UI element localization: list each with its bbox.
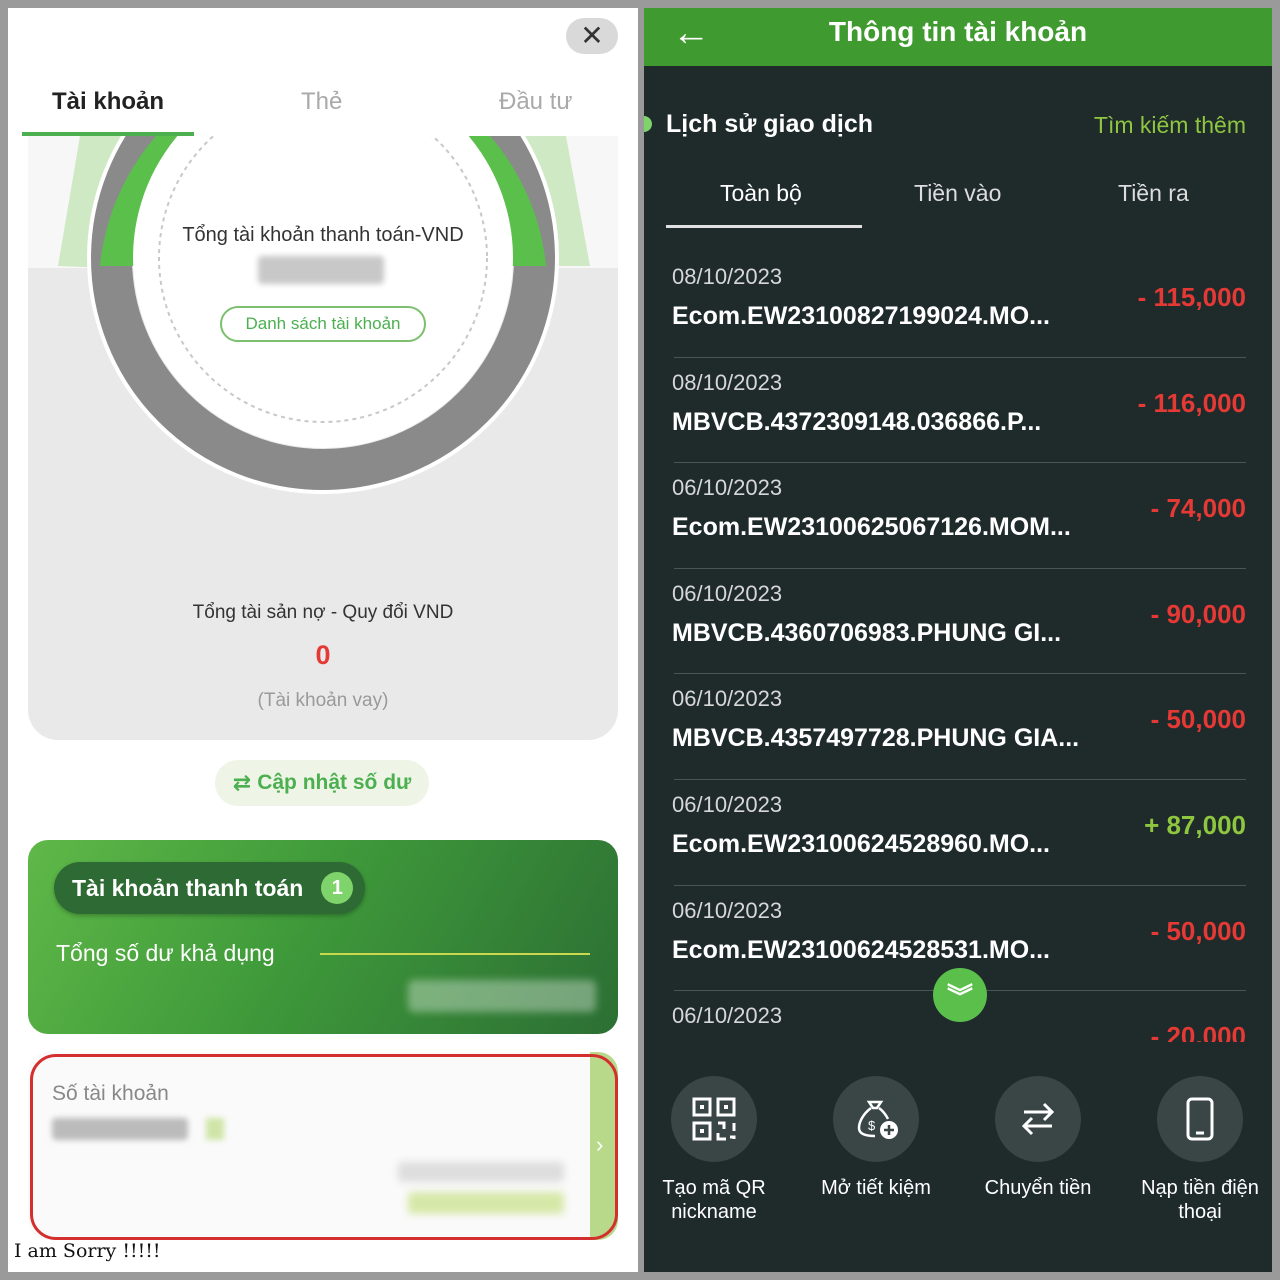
transaction-row[interactable]: 06/10/2023 Ecom.EW23100625067126.MOM... … [672, 463, 1246, 569]
transaction-date: 06/10/2023 [672, 791, 783, 817]
blurred-available-balance [408, 980, 596, 1012]
tab-cards[interactable]: Thẻ [301, 88, 342, 116]
transaction-date: 06/10/2023 [672, 1003, 783, 1029]
action-phone-topup[interactable]: Nạp tiền điện thoại [1130, 1076, 1270, 1224]
transaction-description: Ecom.EW23100827199024.MO... [672, 302, 1051, 330]
transaction-description: MBVCB.4360706983.PHUNG GI... [672, 618, 1062, 647]
payment-account-pill: Tài khoản thanh toán 1 [54, 862, 366, 914]
tab-all[interactable]: Toàn bộ [720, 180, 802, 207]
transaction-description: Ecom.EW23100625067126.MOM... [672, 513, 1071, 542]
total-payment-title: Tổng tài khoản thanh toán-VND [182, 224, 464, 246]
account-list-button[interactable]: Danh sách tài khoản [220, 306, 426, 342]
transaction-row[interactable]: 08/10/2023 Ecom.EW23100827199024.MO... -… [672, 252, 1246, 358]
caption-text: I am Sorry !!!!! [14, 1240, 161, 1262]
transaction-history-title: Lịch sử giao dịch [666, 110, 874, 138]
phone-icon [1157, 1076, 1243, 1162]
transaction-date: 08/10/2023 [672, 369, 783, 395]
transaction-description: MBVCB.4372309148.036866.P... [672, 407, 1042, 436]
tab-incoming[interactable]: Tiền vào [914, 180, 1001, 207]
highlight-outline [30, 1054, 618, 1240]
action-label: Mở tiết kiệm [821, 1177, 931, 1199]
svg-text:$: $ [868, 1118, 876, 1133]
account-count-badge: 1 [321, 872, 354, 904]
transaction-amount: + 87,000 [1144, 809, 1246, 840]
transaction-date: 06/10/2023 [672, 580, 783, 606]
transaction-description: Ecom.EW23100624528531.MO... [672, 935, 1051, 964]
available-balance-label: Tổng số dư khả dụng [56, 940, 275, 966]
quick-actions: Tạo mã QR nickname $ Mở tiết kiệm Chuyển… [644, 1076, 1272, 1236]
transaction-amount: - 90,000 [1150, 598, 1246, 629]
double-chevron-down-icon: ︾ [946, 981, 973, 1012]
transaction-row[interactable]: 06/10/2023 Ecom.EW23100624528960.MO... +… [672, 780, 1246, 886]
payment-account-label: Tài khoản thanh toán [72, 874, 304, 901]
account-info-panel: ← Thông tin tài khoản Lịch sử giao dịch … [644, 8, 1272, 1272]
action-label: Chuyển tiền [984, 1177, 1092, 1199]
page-title: Thông tin tài khoản [828, 16, 1088, 47]
search-more-link[interactable]: Tìm kiếm thêm [1094, 112, 1246, 139]
transaction-description: Ecom.EW23100624528960.MO... [672, 829, 1051, 858]
transfer-icon [995, 1076, 1081, 1162]
update-balance-button[interactable]: ⇄ Cập nhật số dư [215, 760, 429, 806]
load-more-button[interactable]: ︾ [933, 968, 987, 1022]
active-tab-indicator [666, 225, 862, 228]
payment-account-card[interactable]: Tài khoản thanh toán 1 Tổng số dư khả dụ… [28, 840, 618, 1034]
account-tabs: Tài khoản Thẻ Đầu tư [8, 88, 638, 138]
accounts-panel: ✕ Tài khoản Thẻ Đầu tư Tổng tài khoản th… [8, 8, 638, 1272]
action-transfer[interactable]: Chuyển tiền [968, 1076, 1108, 1200]
transaction-date: 06/10/2023 [672, 897, 783, 923]
divider [320, 953, 590, 955]
transaction-row[interactable]: 06/10/2023 MBVCB.4360706983.PHUNG GI... … [672, 569, 1246, 675]
update-balance-label: Cập nhật số dư [257, 771, 412, 794]
action-create-qr[interactable]: Tạo mã QR nickname [644, 1076, 784, 1224]
transaction-row[interactable]: 08/10/2023 MBVCB.4372309148.036866.P... … [672, 358, 1246, 464]
transaction-date: 06/10/2023 [672, 686, 783, 712]
transaction-list: 08/10/2023 Ecom.EW23100827199024.MO... -… [644, 252, 1272, 1042]
transaction-date: 08/10/2023 [672, 264, 783, 289]
section-marker [644, 116, 652, 132]
tab-outgoing[interactable]: Tiền ra [1118, 180, 1189, 207]
transaction-date: 06/10/2023 [672, 475, 783, 501]
action-open-savings[interactable]: $ Mở tiết kiệm [806, 1076, 946, 1200]
summary-card: Tổng tài khoản thanh toán-VND Danh sách … [28, 136, 618, 740]
savings-bag-icon: $ [833, 1076, 919, 1162]
transaction-amount: - 74,000 [1150, 493, 1246, 524]
tab-investments[interactable]: Đầu tư [499, 88, 572, 116]
action-label: Nạp tiền điện thoại [1141, 1177, 1259, 1223]
tab-accounts[interactable]: Tài khoản [52, 88, 164, 116]
debt-note: (Tài khoản vay) [257, 690, 389, 711]
refresh-icon: ⇄ [232, 770, 252, 795]
transaction-row[interactable]: 06/10/2023 MBVCB.4357497728.PHUNG GIA...… [672, 674, 1246, 780]
transaction-amount: - 20,000 [1150, 1021, 1246, 1042]
debt-title: Tổng tài sản nợ - Quy đổi VND [192, 602, 454, 623]
header-bar: ← Thông tin tài khoản [644, 8, 1272, 66]
transaction-amount: - 116,000 [1137, 387, 1246, 418]
transaction-amount: - 50,000 [1150, 704, 1246, 735]
blurred-total-amount [258, 256, 384, 284]
transaction-description: MBVCB.4357497728.PHUNG GIA... [672, 724, 1080, 753]
debt-value: 0 [315, 640, 331, 670]
close-icon: ✕ [580, 20, 604, 51]
action-label: Tạo mã QR nickname [662, 1177, 766, 1223]
transaction-amount: - 50,000 [1150, 915, 1246, 946]
qr-code-icon [671, 1076, 757, 1162]
transaction-amount: - 115,000 [1137, 282, 1246, 312]
close-button[interactable]: ✕ [566, 18, 618, 54]
